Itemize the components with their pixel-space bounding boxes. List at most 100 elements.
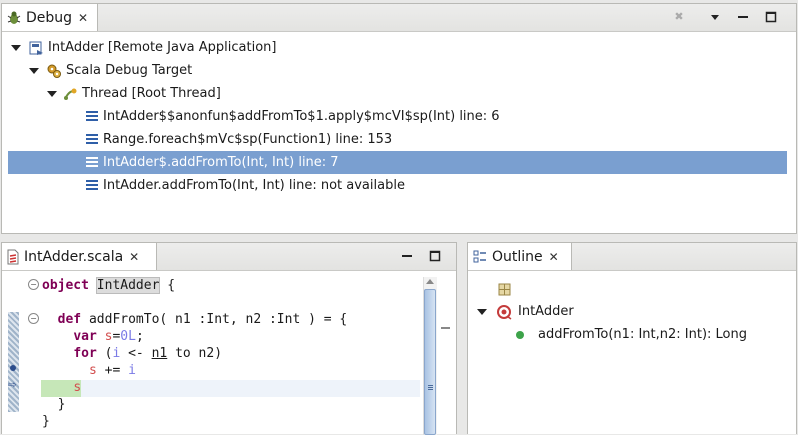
close-icon[interactable]: ✕ bbox=[78, 11, 88, 25]
code-token: addFromTo( n1 :Int, n2 :Int ) = { bbox=[81, 312, 348, 327]
launch-label: IntAdder [Remote Java Application] bbox=[48, 40, 277, 55]
editor-view: IntAdder.scala ✕ ⇨ − − object IntAdder {… bbox=[1, 242, 457, 435]
target-label: Scala Debug Target bbox=[66, 63, 193, 78]
code-line[interactable]: } bbox=[42, 413, 50, 430]
code-token: s bbox=[73, 380, 82, 395]
expand-icon[interactable] bbox=[476, 307, 487, 317]
stack-frame-label: IntAdder$$anonfun$addFromTo$1.apply$mcVI… bbox=[103, 109, 500, 124]
stack-frame-icon bbox=[86, 134, 98, 145]
view-menu-icon[interactable] bbox=[708, 10, 722, 24]
occurrence-marker bbox=[441, 327, 450, 329]
outline-item-object[interactable]: IntAdder bbox=[476, 300, 574, 323]
code-token: ( bbox=[96, 346, 113, 361]
tab-outline-label: Outline bbox=[492, 248, 543, 265]
code-token: object bbox=[42, 278, 89, 293]
stack-frame-2-selected[interactable]: IntAdder$.addFromTo(Int, Int) line: 7 bbox=[8, 151, 787, 174]
code-token: 0L bbox=[120, 329, 136, 344]
code-token: s bbox=[88, 363, 97, 378]
debug-view: Debug ✕ ✖ IntAdder [Remote Java Applicat… bbox=[1, 3, 797, 234]
stack-frame-1[interactable]: Range.foreach$mVc$sp(Function1) line: 15… bbox=[86, 128, 392, 151]
code-line[interactable]: } bbox=[42, 396, 66, 413]
fold-icon[interactable]: − bbox=[28, 313, 39, 324]
code-token: n1 bbox=[151, 346, 168, 361]
stack-frame-icon bbox=[86, 157, 98, 168]
tab-debug[interactable]: Debug ✕ bbox=[2, 4, 98, 31]
tree-item-launch[interactable]: IntAdder [Remote Java Application] bbox=[10, 36, 276, 59]
tab-debug-label: Debug bbox=[26, 9, 73, 26]
maximize-icon[interactable] bbox=[428, 249, 442, 263]
code-line[interactable]: for (i <- n1 to n2) bbox=[42, 345, 222, 362]
tree-item-thread[interactable]: Thread [Root Thread] bbox=[46, 82, 221, 105]
code-token: def bbox=[57, 312, 82, 327]
expand-icon[interactable] bbox=[46, 89, 57, 99]
minimize-icon[interactable] bbox=[736, 10, 750, 24]
outline-method-label: addFromTo(n1: Int,n2: Int): Long bbox=[538, 327, 747, 342]
minimize-icon[interactable] bbox=[400, 249, 414, 263]
code-token: var bbox=[73, 329, 97, 344]
editor-gutter: ⇨ bbox=[7, 277, 21, 435]
close-icon[interactable]: ✕ bbox=[129, 250, 139, 264]
outline-item-method[interactable]: addFromTo(n1: Int,n2: Int): Long bbox=[516, 323, 747, 346]
code-token: } bbox=[42, 414, 50, 429]
current-line-highlight bbox=[41, 380, 420, 397]
debug-range-marker bbox=[8, 312, 19, 412]
code-token: { bbox=[159, 278, 176, 293]
stack-frame-0[interactable]: IntAdder$$anonfun$addFromTo$1.apply$mcVI… bbox=[86, 105, 500, 128]
stack-frame-icon bbox=[86, 111, 98, 122]
vertical-scrollbar[interactable] bbox=[423, 277, 437, 435]
fold-icon[interactable]: − bbox=[28, 279, 39, 290]
code-token: to n2) bbox=[167, 346, 223, 361]
editor-tabbar: IntAdder.scala ✕ bbox=[2, 243, 456, 271]
thread-icon bbox=[62, 86, 78, 102]
code-token: += bbox=[96, 363, 129, 378]
tab-intadder-scala[interactable]: IntAdder.scala ✕ bbox=[2, 243, 157, 270]
tree-item-debug-target[interactable]: Scala Debug Target bbox=[28, 59, 192, 82]
object-icon bbox=[496, 304, 512, 320]
scrollbar-thumb[interactable] bbox=[424, 289, 436, 435]
scroll-up-arrow[interactable] bbox=[426, 279, 434, 284]
code-line[interactable]: s bbox=[42, 379, 81, 396]
code-line[interactable]: def addFromTo( n1 :Int, n2 :Int ) = { bbox=[42, 311, 348, 328]
instruction-pointer-icon: ⇨ bbox=[8, 380, 17, 391]
outline-object-label: IntAdder bbox=[518, 304, 574, 319]
expand-icon[interactable] bbox=[28, 66, 39, 76]
gears-icon bbox=[46, 63, 62, 79]
stack-frame-label: IntAdder.addFromTo(Int, Int) line: not a… bbox=[103, 178, 405, 193]
overview-ruler bbox=[438, 277, 452, 435]
stack-frame-icon bbox=[86, 180, 98, 191]
close-icon[interactable]: ✕ bbox=[549, 250, 559, 264]
remove-terminated-icon[interactable]: ✖ bbox=[672, 10, 686, 24]
code-token: for bbox=[73, 346, 97, 361]
code-token: } bbox=[42, 397, 66, 412]
scala-file-icon bbox=[6, 249, 20, 265]
tab-outline[interactable]: Outline ✕ bbox=[468, 243, 572, 270]
package-icon bbox=[498, 283, 511, 300]
expand-icon[interactable] bbox=[10, 43, 21, 53]
breakpoint-icon[interactable] bbox=[10, 365, 16, 371]
bug-icon bbox=[6, 10, 22, 26]
outline-icon bbox=[472, 249, 488, 265]
stack-frame-label: IntAdder$.addFromTo(Int, Int) line: 7 bbox=[103, 155, 339, 170]
code-token: <- bbox=[120, 346, 152, 361]
code-token: IntAdder bbox=[95, 277, 161, 294]
public-method-icon bbox=[516, 330, 524, 339]
code-line[interactable]: var s=0L; bbox=[42, 328, 144, 345]
code-line[interactable]: s += i bbox=[42, 362, 136, 379]
stack-frame-3[interactable]: IntAdder.addFromTo(Int, Int) line: not a… bbox=[86, 174, 405, 197]
maximize-icon[interactable] bbox=[764, 10, 778, 24]
tab-editor-label: IntAdder.scala bbox=[24, 248, 124, 265]
thread-label: Thread [Root Thread] bbox=[82, 86, 221, 101]
code-line[interactable]: object IntAdder { bbox=[42, 277, 175, 294]
outline-tabbar: Outline ✕ bbox=[468, 243, 796, 271]
code-token: ; bbox=[135, 329, 144, 344]
debug-tabbar: Debug ✕ ✖ bbox=[2, 4, 796, 32]
outline-view: Outline ✕ IntAdder addFromTo(n1: Int,n2:… bbox=[467, 242, 797, 434]
code-token: i bbox=[128, 363, 136, 378]
